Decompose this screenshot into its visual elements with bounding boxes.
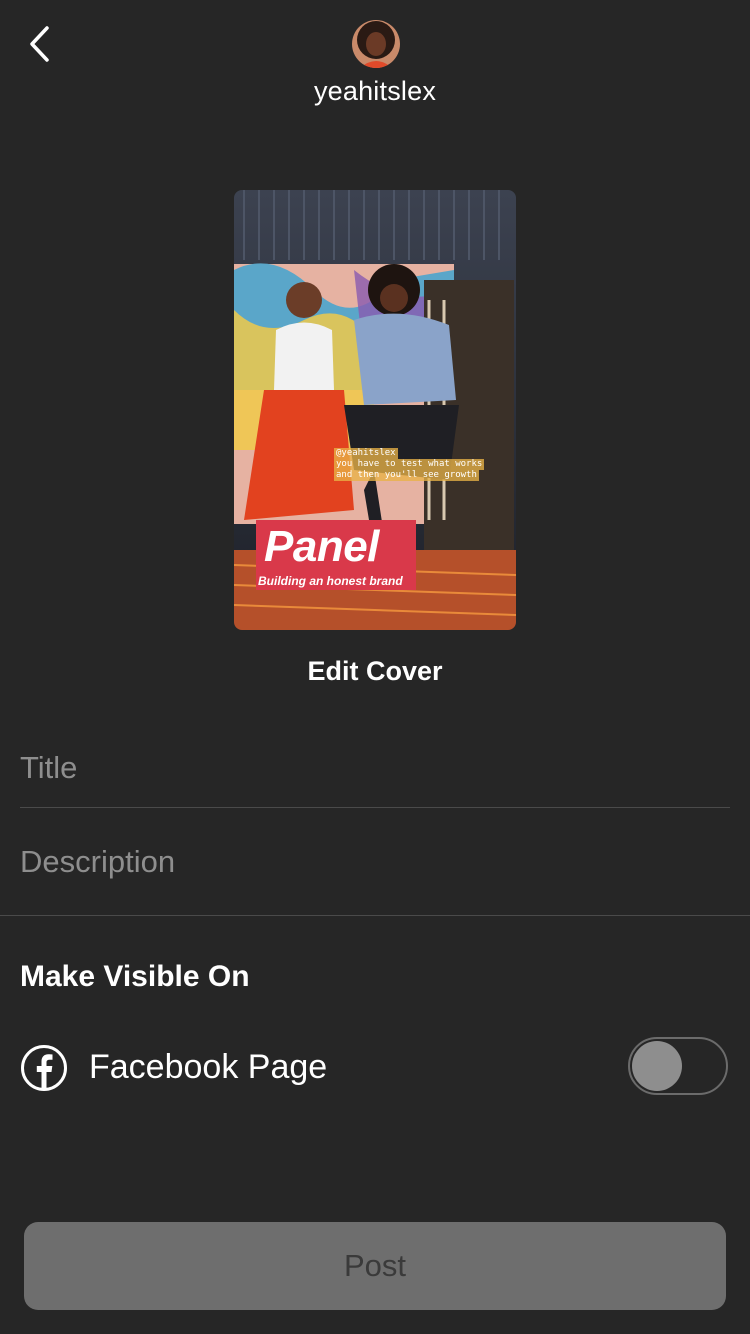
facebook-page-toggle[interactable] (628, 1037, 728, 1095)
facebook-icon (21, 1045, 67, 1091)
username: yeahitslex (313, 76, 437, 106)
cover-caption-line: you have to test what works (334, 459, 485, 470)
facebook-page-label: Facebook Page (89, 1048, 328, 1086)
divider (20, 807, 730, 808)
toggle-knob (632, 1041, 682, 1091)
title-input[interactable] (20, 748, 730, 788)
back-button[interactable] (18, 22, 62, 66)
post-button[interactable]: Post (24, 1222, 726, 1310)
cover-thumbnail[interactable]: @yeahitslex you have to test what works … (234, 190, 516, 630)
cover-caption-line: @yeahitslex (334, 448, 398, 459)
edit-cover-button[interactable]: Edit Cover (0, 656, 750, 687)
facebook-page-row: Facebook Page (0, 1036, 750, 1100)
cover-caption: @yeahitslex you have to test what works … (334, 448, 485, 481)
divider (0, 915, 750, 916)
cover-title: Panel (264, 522, 379, 571)
section-heading: Make Visible On (20, 960, 250, 993)
cover-subtitle: Building an honest brand (258, 574, 403, 588)
description-input[interactable] (20, 842, 730, 882)
cover-caption-line: and then you'll see growth (334, 470, 479, 481)
chevron-left-icon (30, 26, 49, 62)
avatar (352, 20, 400, 68)
